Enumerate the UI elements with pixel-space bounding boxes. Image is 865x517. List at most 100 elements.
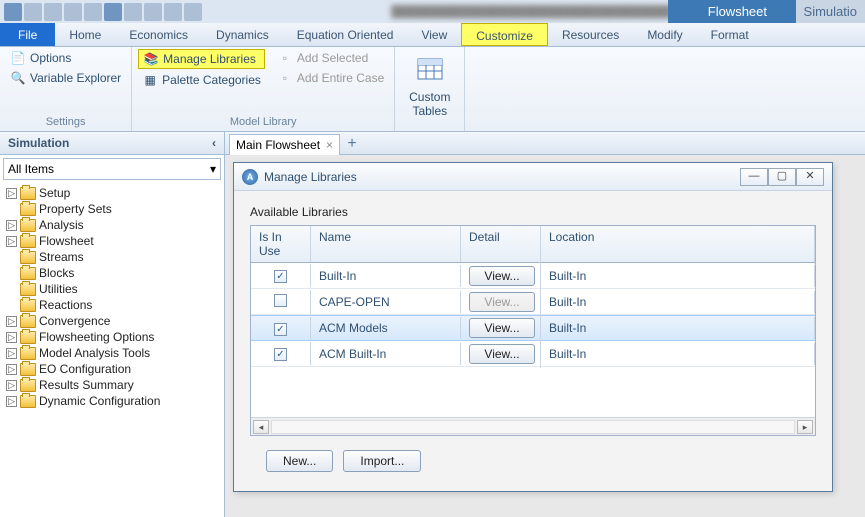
qat-n-icon[interactable]: [104, 3, 122, 21]
tree-item-label: Reactions: [39, 298, 92, 312]
tab-equation-oriented[interactable]: Equation Oriented: [283, 23, 408, 46]
tree-item[interactable]: Reactions: [0, 297, 224, 313]
grid-scrollbar[interactable]: ◂ ▸: [251, 417, 815, 435]
add-case-icon: ▫: [277, 70, 293, 86]
context-tab-flowsheet[interactable]: Flowsheet: [668, 0, 807, 23]
nav-title: Simulation: [8, 136, 69, 150]
expand-icon[interactable]: ▷: [6, 316, 17, 327]
qat-rewind-icon[interactable]: [184, 3, 202, 21]
tab-modify[interactable]: Modify: [633, 23, 696, 46]
new-tab-button[interactable]: +: [344, 135, 360, 151]
table-row[interactable]: ✓ACM ModelsView...Built-In: [251, 315, 815, 341]
tab-main-flowsheet[interactable]: Main Flowsheet ×: [229, 134, 340, 155]
tab-file[interactable]: File: [0, 23, 55, 46]
col-detail[interactable]: Detail: [461, 226, 541, 262]
tab-resources[interactable]: Resources: [548, 23, 633, 46]
palette-categories-button[interactable]: ▦Palette Categories: [138, 71, 265, 89]
tree-item[interactable]: ▷Analysis: [0, 217, 224, 233]
expand-icon[interactable]: ▷: [6, 380, 17, 391]
available-libraries-label: Available Libraries: [250, 205, 816, 219]
tab-format[interactable]: Format: [697, 23, 763, 46]
qat-icon[interactable]: [84, 3, 102, 21]
qat-step-icon[interactable]: [164, 3, 182, 21]
app-icon[interactable]: [4, 3, 22, 21]
add-selected-icon: ▫: [277, 50, 293, 66]
col-location[interactable]: Location: [541, 226, 815, 262]
table-row[interactable]: ✓ACM Built-InView...Built-In: [251, 341, 815, 367]
expand-icon[interactable]: ▷: [6, 332, 17, 343]
checkbox[interactable]: ✓: [274, 348, 287, 361]
folder-icon: [20, 315, 36, 328]
minimize-button[interactable]: —: [740, 168, 768, 186]
checkbox[interactable]: ✓: [274, 270, 287, 283]
tree-item[interactable]: ▷Results Summary: [0, 377, 224, 393]
maximize-button[interactable]: ▢: [768, 168, 796, 186]
close-button[interactable]: ✕: [796, 168, 824, 186]
tab-view[interactable]: View: [407, 23, 461, 46]
qat-play-icon[interactable]: [144, 3, 162, 21]
checkbox[interactable]: [274, 294, 287, 307]
custom-tables-button[interactable]: Custom Tables: [409, 49, 450, 120]
tree-item[interactable]: Blocks: [0, 265, 224, 281]
tree-item[interactable]: Streams: [0, 249, 224, 265]
tree-item[interactable]: ▷Flowsheeting Options: [0, 329, 224, 345]
new-button[interactable]: New...: [266, 450, 333, 472]
collapse-icon[interactable]: ‹: [212, 136, 216, 150]
col-is-in-use[interactable]: Is In Use: [251, 226, 311, 262]
expand-icon[interactable]: ▷: [6, 188, 17, 199]
ribbon-group-settings: 📄Options 🔍Variable Explorer Settings: [0, 47, 132, 131]
variable-explorer-label: Variable Explorer: [30, 71, 121, 85]
expand-icon[interactable]: [6, 204, 17, 215]
folder-icon: [20, 363, 36, 376]
nav-filter-combo[interactable]: All Items ▾: [3, 158, 221, 180]
qat-undo-icon[interactable]: [44, 3, 62, 21]
scroll-right-button[interactable]: ▸: [797, 420, 813, 434]
variable-explorer-button[interactable]: 🔍Variable Explorer: [6, 69, 125, 87]
navigation-pane: Simulation ‹ All Items ▾ ▷SetupProperty …: [0, 132, 225, 517]
close-icon[interactable]: ×: [326, 138, 333, 152]
scroll-track[interactable]: [271, 420, 795, 434]
tab-economics[interactable]: Economics: [115, 23, 202, 46]
col-name[interactable]: Name: [311, 226, 461, 262]
tree-item[interactable]: ▷EO Configuration: [0, 361, 224, 377]
folder-icon: [20, 331, 36, 344]
dialog-titlebar[interactable]: A Manage Libraries — ▢ ✕: [234, 163, 832, 191]
qat-redo-icon[interactable]: [64, 3, 82, 21]
expand-icon[interactable]: [6, 268, 17, 279]
folder-icon: [20, 379, 36, 392]
books-icon: 📚: [143, 51, 159, 67]
checkbox[interactable]: ✓: [274, 323, 287, 336]
expand-icon[interactable]: ▷: [6, 236, 17, 247]
view-button[interactable]: View...: [469, 318, 535, 338]
tree-item[interactable]: Property Sets: [0, 201, 224, 217]
tree-item[interactable]: ▷Setup: [0, 185, 224, 201]
tree-item[interactable]: Utilities: [0, 281, 224, 297]
tab-customize[interactable]: Customize: [461, 23, 548, 46]
tree-item[interactable]: ▷Convergence: [0, 313, 224, 329]
view-button[interactable]: View...: [469, 266, 535, 286]
libraries-grid: Is In Use Name Detail Location ✓Built-In…: [250, 225, 816, 436]
expand-icon[interactable]: [6, 284, 17, 295]
expand-icon[interactable]: ▷: [6, 364, 17, 375]
expand-icon[interactable]: [6, 300, 17, 311]
qat-icon[interactable]: [124, 3, 142, 21]
table-row[interactable]: ✓Built-InView...Built-In: [251, 263, 815, 289]
expand-icon[interactable]: ▷: [6, 220, 17, 231]
tree-item[interactable]: ▷Dynamic Configuration: [0, 393, 224, 409]
expand-icon[interactable]: ▷: [6, 396, 17, 407]
expand-icon[interactable]: ▷: [6, 348, 17, 359]
options-button[interactable]: 📄Options: [6, 49, 125, 67]
nav-tree[interactable]: ▷SetupProperty Sets▷Analysis▷FlowsheetSt…: [0, 183, 224, 517]
context-tab-simulation[interactable]: Simulatio: [796, 0, 865, 23]
import-button[interactable]: Import...: [343, 450, 421, 472]
tab-dynamics[interactable]: Dynamics: [202, 23, 283, 46]
tree-item[interactable]: ▷Flowsheet: [0, 233, 224, 249]
expand-icon[interactable]: [6, 252, 17, 263]
tab-home[interactable]: Home: [55, 23, 115, 46]
manage-libraries-button[interactable]: 📚Manage Libraries: [138, 49, 265, 69]
scroll-left-button[interactable]: ◂: [253, 420, 269, 434]
tree-item[interactable]: ▷Model Analysis Tools: [0, 345, 224, 361]
table-row[interactable]: CAPE-OPENView...Built-In: [251, 289, 815, 315]
qat-save-icon[interactable]: [24, 3, 42, 21]
view-button[interactable]: View...: [469, 344, 535, 364]
